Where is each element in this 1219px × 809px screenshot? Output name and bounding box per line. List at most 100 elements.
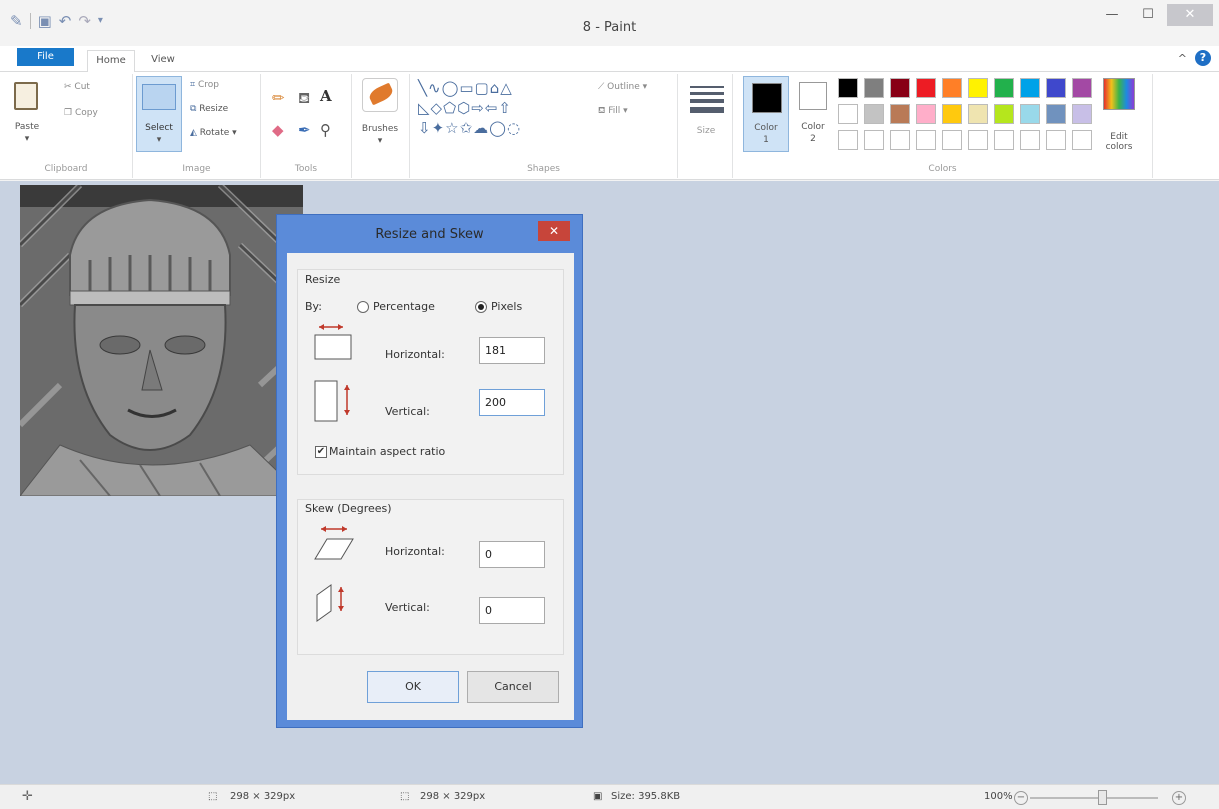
resize-horizontal-input[interactable]: 181	[479, 337, 545, 364]
paste-dropdown-icon[interactable]: ▾	[10, 134, 44, 144]
by-label: By:	[305, 300, 322, 313]
outline-label: Outline	[607, 82, 640, 92]
colors-group-label: Colors	[928, 164, 957, 174]
rotate-icon: ◭	[190, 128, 200, 138]
shapes-row-2: ◺◇⬠⬡⇨⇦⇧	[418, 99, 512, 117]
cursor-position-icon: ✛	[22, 789, 33, 804]
percentage-label[interactable]: Percentage	[373, 300, 435, 313]
size-button[interactable]: Size	[686, 126, 726, 136]
rotate-label: Rotate	[199, 128, 230, 138]
resize-legend: Resize	[305, 273, 341, 286]
skew-horizontal-label: Horizontal:	[385, 545, 445, 558]
zoom-slider-track[interactable]	[1030, 797, 1158, 799]
sculpture-photo	[20, 185, 303, 496]
minimize-button[interactable]: —	[1095, 4, 1129, 26]
select-icon	[142, 84, 176, 110]
resize-vertical-input[interactable]: 200	[479, 389, 545, 416]
cut-icon: ✂	[64, 82, 75, 92]
skew-vertical-icon	[316, 584, 344, 622]
pixels-radio[interactable]	[475, 301, 487, 313]
magnifier-icon[interactable]: ⚲	[320, 122, 331, 138]
ribbon-tabs: File Home View ^ ?	[0, 46, 1219, 73]
resize-vertical-label: Vertical:	[385, 405, 430, 418]
cancel-button[interactable]: Cancel	[467, 671, 559, 703]
image-size-icon: ⬚	[400, 791, 410, 802]
pencil-icon[interactable]: ✏	[272, 90, 285, 106]
zoom-level: 100%	[984, 791, 1013, 802]
resize-vertical-icon	[314, 380, 350, 422]
brushes-dropdown-icon[interactable]: ▾	[356, 136, 404, 146]
status-bar: ✛ ⬚ 298 × 329px ⬚ 298 × 329px ▣ Size: 39…	[0, 784, 1219, 809]
file-size: Size: 395.8KB	[611, 791, 681, 802]
maximize-button[interactable]: ☐	[1131, 4, 1165, 26]
fill-bucket-icon[interactable]: ⛾	[298, 90, 310, 106]
tab-home[interactable]: Home	[87, 50, 135, 73]
paste-icon[interactable]	[14, 82, 38, 110]
clipboard-group-label: Clipboard	[44, 164, 88, 174]
title-bar: ✎ ▣ ↶ ↷ ▾ 8 - Paint — ☐ ✕	[0, 0, 1219, 46]
file-size-icon: ▣	[593, 791, 603, 802]
canvas-workspace[interactable]	[0, 181, 1219, 784]
ok-button[interactable]: OK	[367, 671, 459, 703]
shapes-gallery[interactable]: ╲∿◯▭▢⌂△ ◺◇⬠⬡⇨⇦⇧ ⇩✦☆✩☁◯◌	[418, 78, 588, 142]
resize-button[interactable]: ⧉ Resize	[190, 104, 228, 114]
selection-size-icon: ⬚	[208, 791, 218, 802]
shapes-row-1: ╲∿◯▭▢⌂△	[418, 79, 513, 97]
maintain-aspect-checkbox[interactable]: ✔	[315, 446, 327, 458]
image-size: 298 × 329px	[420, 791, 486, 802]
fill-icon: ⛾	[598, 106, 609, 116]
tools-group-label: Tools	[294, 164, 318, 174]
tab-file[interactable]: File	[17, 48, 74, 66]
cut-label: Cut	[74, 82, 90, 92]
colors-group: Colors	[733, 74, 1153, 178]
close-button[interactable]: ✕	[1167, 4, 1213, 26]
select-button[interactable]: Select ▾	[136, 76, 182, 152]
copy-label: Copy	[74, 108, 98, 118]
clipboard-group: Paste ▾ ✂ Cut ❐ Copy Clipboard	[0, 74, 133, 178]
zoom-slider-thumb[interactable]	[1098, 790, 1107, 805]
help-icon[interactable]: ?	[1195, 50, 1211, 66]
color-picker-icon[interactable]: ✒	[298, 122, 311, 138]
tab-view[interactable]: View	[143, 50, 183, 72]
percentage-radio[interactable]	[357, 301, 369, 313]
outline-button[interactable]: ⟋ Outline ▾	[598, 82, 647, 92]
fill-label: Fill	[608, 106, 621, 116]
dialog-close-button[interactable]: ✕	[538, 221, 570, 241]
crop-button[interactable]: ⌗ Crop	[190, 80, 219, 90]
collapse-ribbon-icon[interactable]: ^	[1178, 52, 1187, 65]
select-label: Select	[145, 123, 173, 133]
text-tool-icon[interactable]: A	[320, 88, 332, 104]
outline-icon: ⟋	[598, 82, 608, 92]
window-title: 8 - Paint	[582, 20, 637, 35]
maintain-aspect-label[interactable]: Maintain aspect ratio	[329, 445, 445, 458]
zoom-out-button[interactable]: −	[1014, 791, 1028, 805]
canvas-image[interactable]	[20, 185, 303, 496]
skew-legend: Skew (Degrees)	[305, 502, 392, 515]
size-icon[interactable]	[690, 86, 724, 117]
cut-button[interactable]: ✂ Cut	[64, 82, 90, 92]
shapes-group-label: Shapes	[527, 164, 560, 174]
pixels-label[interactable]: Pixels	[491, 300, 522, 313]
crop-icon: ⌗	[190, 80, 198, 90]
help-area: ^ ?	[1178, 50, 1211, 66]
dialog-title: Resize and Skew	[375, 227, 484, 242]
zoom-in-button[interactable]: +	[1172, 791, 1186, 805]
dialog-body: Resize By: Percentage Pixels Horizontal:…	[287, 253, 574, 720]
skew-horizontal-icon	[314, 526, 354, 560]
crop-label: Crop	[197, 80, 219, 90]
selection-size: 298 × 329px	[230, 791, 296, 802]
skew-vertical-input[interactable]: 0	[479, 597, 545, 624]
image-group-label: Image	[182, 164, 211, 174]
eraser-icon[interactable]: ◆	[272, 122, 284, 138]
copy-icon: ❐	[64, 108, 75, 118]
skew-horizontal-input[interactable]: 0	[479, 541, 545, 568]
brushes-button[interactable]: Brushes	[356, 124, 404, 134]
rotate-button[interactable]: ◭ Rotate ▾	[190, 128, 237, 138]
paste-button[interactable]: Paste	[10, 122, 44, 132]
ribbon: Paste ▾ ✂ Cut ❐ Copy Clipboard Image Sel…	[0, 72, 1219, 180]
copy-button[interactable]: ❐ Copy	[64, 108, 98, 118]
window-controls: — ☐ ✕	[1095, 4, 1213, 26]
brush-icon[interactable]	[362, 78, 398, 112]
resize-horizontal-label: Horizontal:	[385, 348, 445, 361]
fill-button[interactable]: ⛾ Fill ▾	[598, 106, 628, 117]
